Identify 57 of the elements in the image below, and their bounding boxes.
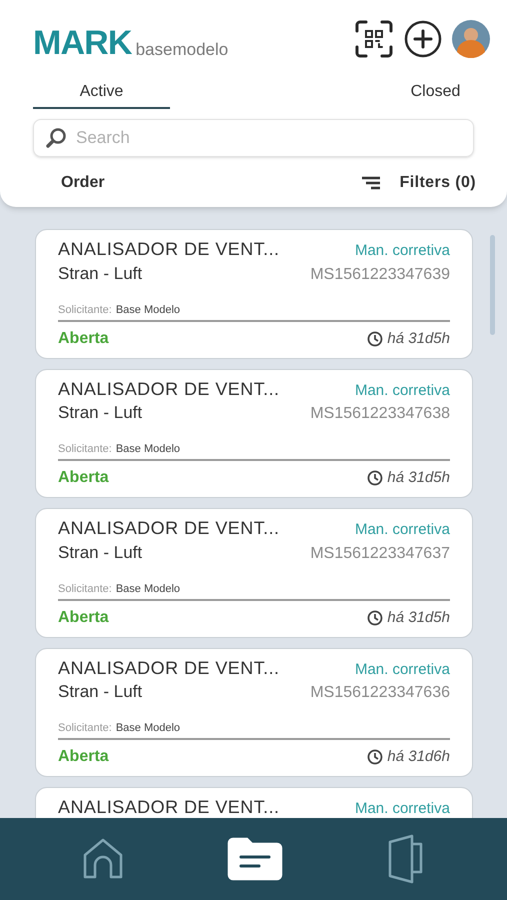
order-title: ANALISADOR DE VENT... — [58, 796, 280, 818]
equipment-model: Stran - Luft — [58, 402, 142, 424]
requester-label: Solicitante: — [58, 582, 112, 596]
order-status: Aberta — [58, 468, 109, 488]
order-status: Aberta — [58, 608, 109, 628]
order-type: Man. corretiva — [354, 520, 450, 540]
order-code: MS1561223347637 — [310, 544, 450, 564]
order-age: há 31d5h — [387, 608, 450, 628]
order-card[interactable]: ANALISADOR DE VENT... Man. corretiva Stran - Luft MS1561223347636 Solicitante: Base Modelo Aberta há 31d6h — [35, 648, 473, 777]
order-title: ANALISADOR DE VENT... — [58, 656, 280, 678]
home-icon[interactable] — [81, 837, 126, 881]
filters-button[interactable]: Filters (0) — [400, 171, 476, 195]
order-age: há 31d6h — [387, 747, 450, 767]
requester-label: Solicitante: — [58, 721, 112, 735]
avatar[interactable] — [452, 20, 490, 58]
requester-label: Solicitante: — [58, 442, 112, 456]
equipment-model: Stran - Luft — [58, 681, 142, 703]
order-status: Aberta — [58, 328, 109, 348]
clock-icon — [367, 470, 384, 486]
requester-name: Base Modelo — [116, 302, 180, 316]
order-type: Man. corretiva — [354, 241, 450, 261]
order-card[interactable]: ANALISADOR DE VENT... Man. corretiva Stran - Luft MS1561223347638 Solicitante: Base Modelo Aberta há 31d5h — [35, 368, 473, 498]
order-type: Man. corretiva — [354, 380, 450, 400]
workspace-name: basemodelo — [136, 41, 228, 58]
qr-code-icon[interactable] — [354, 19, 394, 59]
filter-icon[interactable] — [362, 176, 380, 190]
order-status: Aberta — [58, 747, 109, 767]
equipment-model: Stran - Luft — [58, 542, 142, 564]
order-card[interactable]: ANALISADOR DE VENT... Man. corretiva Stran - Luft MS1561223347637 Solicitante: Base Modelo Aberta há 31d5h — [35, 508, 473, 638]
search-field[interactable]: Search — [33, 119, 474, 157]
requester-name: Base Modelo — [116, 721, 180, 735]
order-type: Man. corretiva — [354, 799, 450, 818]
order-button[interactable]: Order — [61, 171, 105, 195]
order-age: há 31d5h — [387, 328, 450, 348]
equipment-model: Stran - Luft — [58, 262, 142, 284]
order-code: MS1561223347638 — [310, 404, 450, 424]
order-title: ANALISADOR DE VENT... — [58, 517, 280, 539]
folder-icon[interactable] — [227, 837, 284, 881]
requester-label: Solicitante: — [58, 302, 112, 316]
tab[interactable]: Closed — [367, 80, 504, 109]
order-card[interactable]: ANALISADOR DE VENT... Man. corretiva Stran - Luft MS1561223347639 Solicitante: Base Modelo Aberta há 31d5h — [35, 229, 473, 358]
order-card[interactable]: ANALISADOR DE VENT... Man. corretiva — [35, 787, 473, 818]
requester-name: Base Modelo — [116, 582, 180, 596]
clock-icon — [367, 749, 384, 765]
requester-name: Base Modelo — [116, 442, 180, 456]
order-code: MS1561223347636 — [310, 683, 450, 703]
order-age: há 31d5h — [387, 468, 450, 488]
search-icon — [45, 127, 67, 149]
order-title: ANALISADOR DE VENT... — [58, 238, 280, 260]
tab[interactable]: Active — [33, 80, 170, 109]
order-code: MS1561223347639 — [310, 264, 450, 284]
order-title: ANALISADOR DE VENT... — [58, 378, 280, 400]
add-icon[interactable] — [404, 20, 442, 58]
order-type: Man. corretiva — [354, 660, 450, 680]
logo: MARK — [33, 26, 132, 60]
clock-icon — [367, 330, 384, 346]
clock-icon — [367, 610, 384, 626]
